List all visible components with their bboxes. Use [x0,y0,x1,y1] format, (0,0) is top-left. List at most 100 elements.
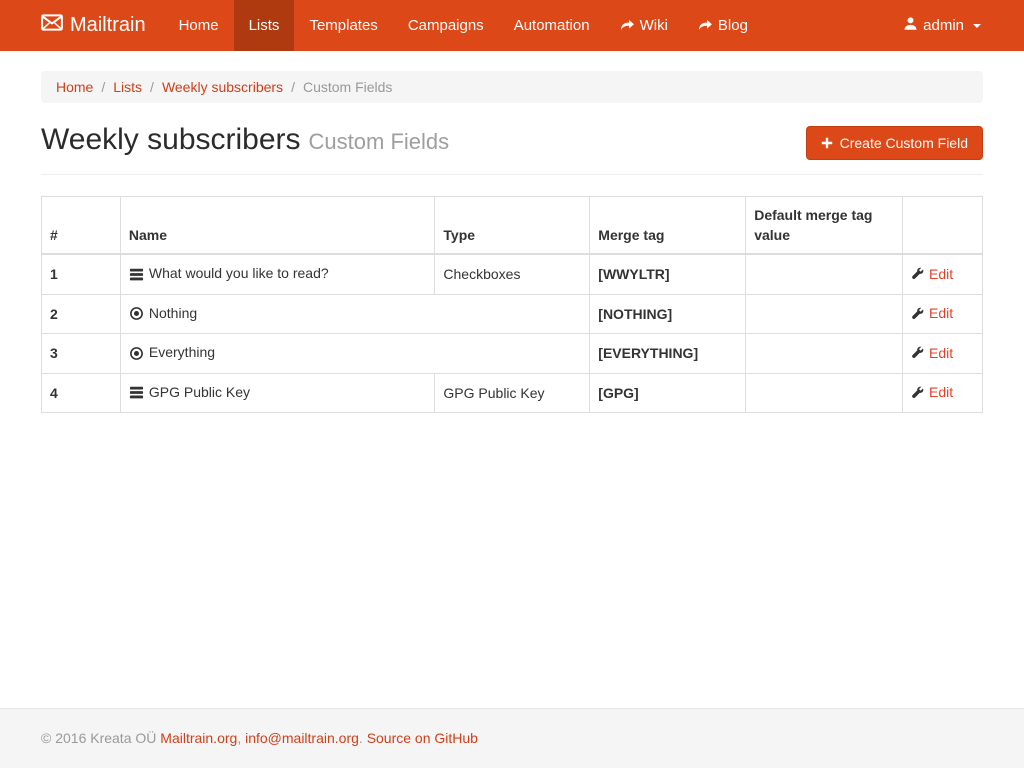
footer-link-info-mailtrain-org[interactable]: info@mailtrain.org [245,730,359,746]
default-merge-tag-value-cell [746,254,903,294]
edit-link[interactable]: Edit [911,303,953,323]
wrench-icon [911,267,924,280]
breadcrumb-separator: / [101,79,105,95]
merge-tag-cell: [GPG] [590,373,746,413]
page-footer: © 2016 Kreata OÜ Mailtrain.org, info@mai… [0,708,1024,768]
row-number: 3 [42,334,121,374]
breadcrumb-separator: / [150,79,154,95]
list-icon [129,267,144,282]
field-name-cell: Nothing [120,294,589,334]
edit-link[interactable]: Edit [911,343,953,363]
row-number: 4 [42,373,121,413]
default-merge-tag-value-cell [746,294,903,334]
field-name: GPG Public Key [129,382,250,402]
edit-cell: Edit [903,373,983,413]
wrench-icon [911,386,924,399]
page-title: Weekly subscribers Custom Fields [41,123,449,157]
table-row: 1 What would you like to read? Checkboxes[… [42,254,983,294]
nav-item-home[interactable]: Home [164,0,234,51]
user-icon [903,16,918,35]
footer-copyright-text: © 2016 Kreata OÜ [41,730,160,746]
merge-tag-cell: [NOTHING] [590,294,746,334]
breadcrumb: Home / Lists / Weekly subscribers / Custom Fie… [41,71,983,103]
nav-item-lists[interactable]: Lists [234,0,295,51]
brand-label: Mailtrain [70,14,146,37]
breadcrumb-active: Custom Fields [303,79,392,95]
table-row: 3 Everything [EVERYTHING] Edit [42,334,983,374]
nav-item-label: Home [179,17,219,34]
wrench-icon [911,346,924,359]
footer-link-mailtrain-org[interactable]: Mailtrain.org [160,730,237,746]
edit-label: Edit [929,264,953,284]
nav-item-blog[interactable]: Blog [683,0,763,51]
row-number: 1 [42,254,121,294]
nav-item-automation[interactable]: Automation [499,0,605,51]
wrench-icon [911,307,924,320]
top-navbar: Mailtrain Home Lists Templates Campaigns Aut… [0,0,1024,51]
field-name-label: Everything [149,342,215,362]
field-name-label: Nothing [149,303,197,323]
nav-item-label: Lists [249,17,280,34]
create-custom-field-button[interactable]: Create Custom Field [806,126,983,160]
brand-logo[interactable]: Mailtrain [41,0,164,51]
main-nav: Home Lists Templates Campaigns Automation Wik… [164,0,763,51]
edit-link[interactable]: Edit [911,264,953,284]
merge-tag-cell: [EVERYTHING] [590,334,746,374]
user-dropdown[interactable]: admin [888,0,983,51]
edit-cell: Edit [903,254,983,294]
custom-fields-table: #NameTypeMerge tagDefault merge tag valu… [41,196,983,413]
nav-item-label: Blog [718,17,748,34]
edit-cell: Edit [903,334,983,374]
column-header: Default merge tag value [746,197,903,255]
footer-link-source-on-github[interactable]: Source on GitHub [367,730,478,746]
record-icon [129,346,144,361]
edit-label: Edit [929,382,953,402]
column-header: Type [435,197,590,255]
external-link-icon [620,19,634,33]
footer-text: © 2016 Kreata OÜ Mailtrain.org, info@mai… [41,730,983,746]
column-header: # [42,197,121,255]
breadcrumb-separator: / [291,79,295,95]
edit-link[interactable]: Edit [911,382,953,402]
edit-label: Edit [929,303,953,323]
edit-cell: Edit [903,294,983,334]
nav-item-label: Automation [514,17,590,34]
page-title-text: Weekly subscribers [41,123,301,156]
field-name: Everything [129,342,215,362]
footer-copyright-text: . [359,730,367,746]
table-row: 4GPG Public KeyGPG Public Key[GPG]Edit [42,373,983,413]
column-header: Name [120,197,435,255]
field-name-label: GPG Public Key [149,382,250,402]
row-number: 2 [42,294,121,334]
nav-item-label: Templates [309,17,377,34]
breadcrumb-link-lists[interactable]: Lists [113,79,142,95]
breadcrumb-item: Lists [113,79,142,95]
field-name-cell: What would you like to read? [120,254,435,294]
breadcrumb-item: Home [56,79,93,95]
record-icon [129,306,144,321]
field-type-cell: GPG Public Key [435,373,590,413]
field-name: Nothing [129,303,197,323]
chevron-down-icon [973,24,981,28]
field-name: What would you like to read? [129,263,329,283]
breadcrumb-link-home[interactable]: Home [56,79,93,95]
nav-item-templates[interactable]: Templates [294,0,392,51]
field-name-cell: GPG Public Key [120,373,435,413]
field-type-cell: Checkboxes [435,254,590,294]
footer-copyright-text: , [237,730,245,746]
merge-tag-cell: [WWYLTR] [590,254,746,294]
nav-item-wiki[interactable]: Wiki [605,0,683,51]
nav-item-campaigns[interactable]: Campaigns [393,0,499,51]
external-link-icon [698,19,712,33]
envelope-icon [41,14,63,37]
page-subtitle: Custom Fields [309,129,450,154]
list-icon [129,385,144,400]
default-merge-tag-value-cell [746,334,903,374]
create-custom-field-label: Create Custom Field [840,135,968,151]
edit-label: Edit [929,343,953,363]
field-name-cell: Everything [120,334,589,374]
column-header: Merge tag [590,197,746,255]
breadcrumb-link-weekly-subscribers[interactable]: Weekly subscribers [162,79,283,95]
nav-item-label: Wiki [640,17,668,34]
plus-icon [821,137,833,149]
